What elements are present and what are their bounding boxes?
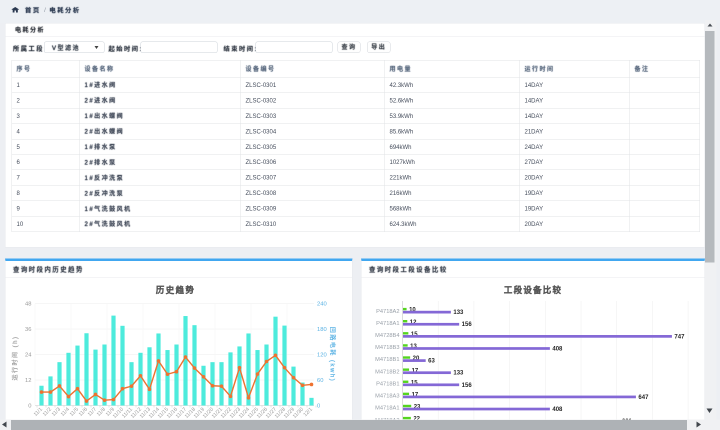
svg-text:0: 0 (28, 404, 31, 410)
svg-text:156: 156 (462, 383, 473, 389)
svg-text:24: 24 (25, 353, 32, 359)
svg-text:工段设备比较: 工段设备比较 (504, 285, 562, 295)
svg-text:747: 747 (674, 334, 685, 340)
svg-text:36: 36 (25, 327, 31, 333)
svg-text:P4718A1: P4718A1 (376, 321, 399, 327)
svg-text:M4718B3: M4718B3 (375, 345, 399, 351)
svg-text:408: 408 (552, 407, 563, 413)
svg-text:120: 120 (317, 353, 327, 359)
svg-text:M4718A3: M4718A3 (375, 394, 399, 400)
svg-text:M4718B1: M4718B1 (375, 357, 399, 363)
svg-text:48: 48 (25, 302, 31, 308)
svg-text:M4718A1: M4718A1 (375, 406, 399, 412)
svg-text:63: 63 (428, 359, 435, 365)
svg-text:运行时间 (h): 运行时间 (h) (11, 335, 19, 380)
svg-text:0: 0 (317, 404, 320, 410)
svg-text:133: 133 (453, 310, 464, 316)
svg-text:240: 240 (317, 302, 327, 308)
svg-text:408: 408 (552, 346, 563, 352)
svg-text:回路电耗 (kwh): 回路电耗 (kwh) (329, 327, 337, 382)
svg-text:历史趋势: 历史趋势 (156, 285, 196, 295)
svg-text:60: 60 (317, 378, 323, 384)
svg-text:647: 647 (638, 395, 649, 401)
svg-text:180: 180 (317, 327, 327, 333)
svg-text:M4728B4: M4728B4 (375, 333, 399, 339)
svg-text:156: 156 (462, 322, 473, 328)
svg-text:133: 133 (453, 371, 464, 377)
svg-text:M4718B2: M4718B2 (375, 369, 399, 375)
svg-text:P4718A2: P4718A2 (376, 309, 399, 315)
svg-text:12: 12 (25, 378, 31, 384)
svg-text:P4718B1: P4718B1 (376, 382, 399, 388)
svg-text:12/1: 12/1 (303, 407, 314, 418)
